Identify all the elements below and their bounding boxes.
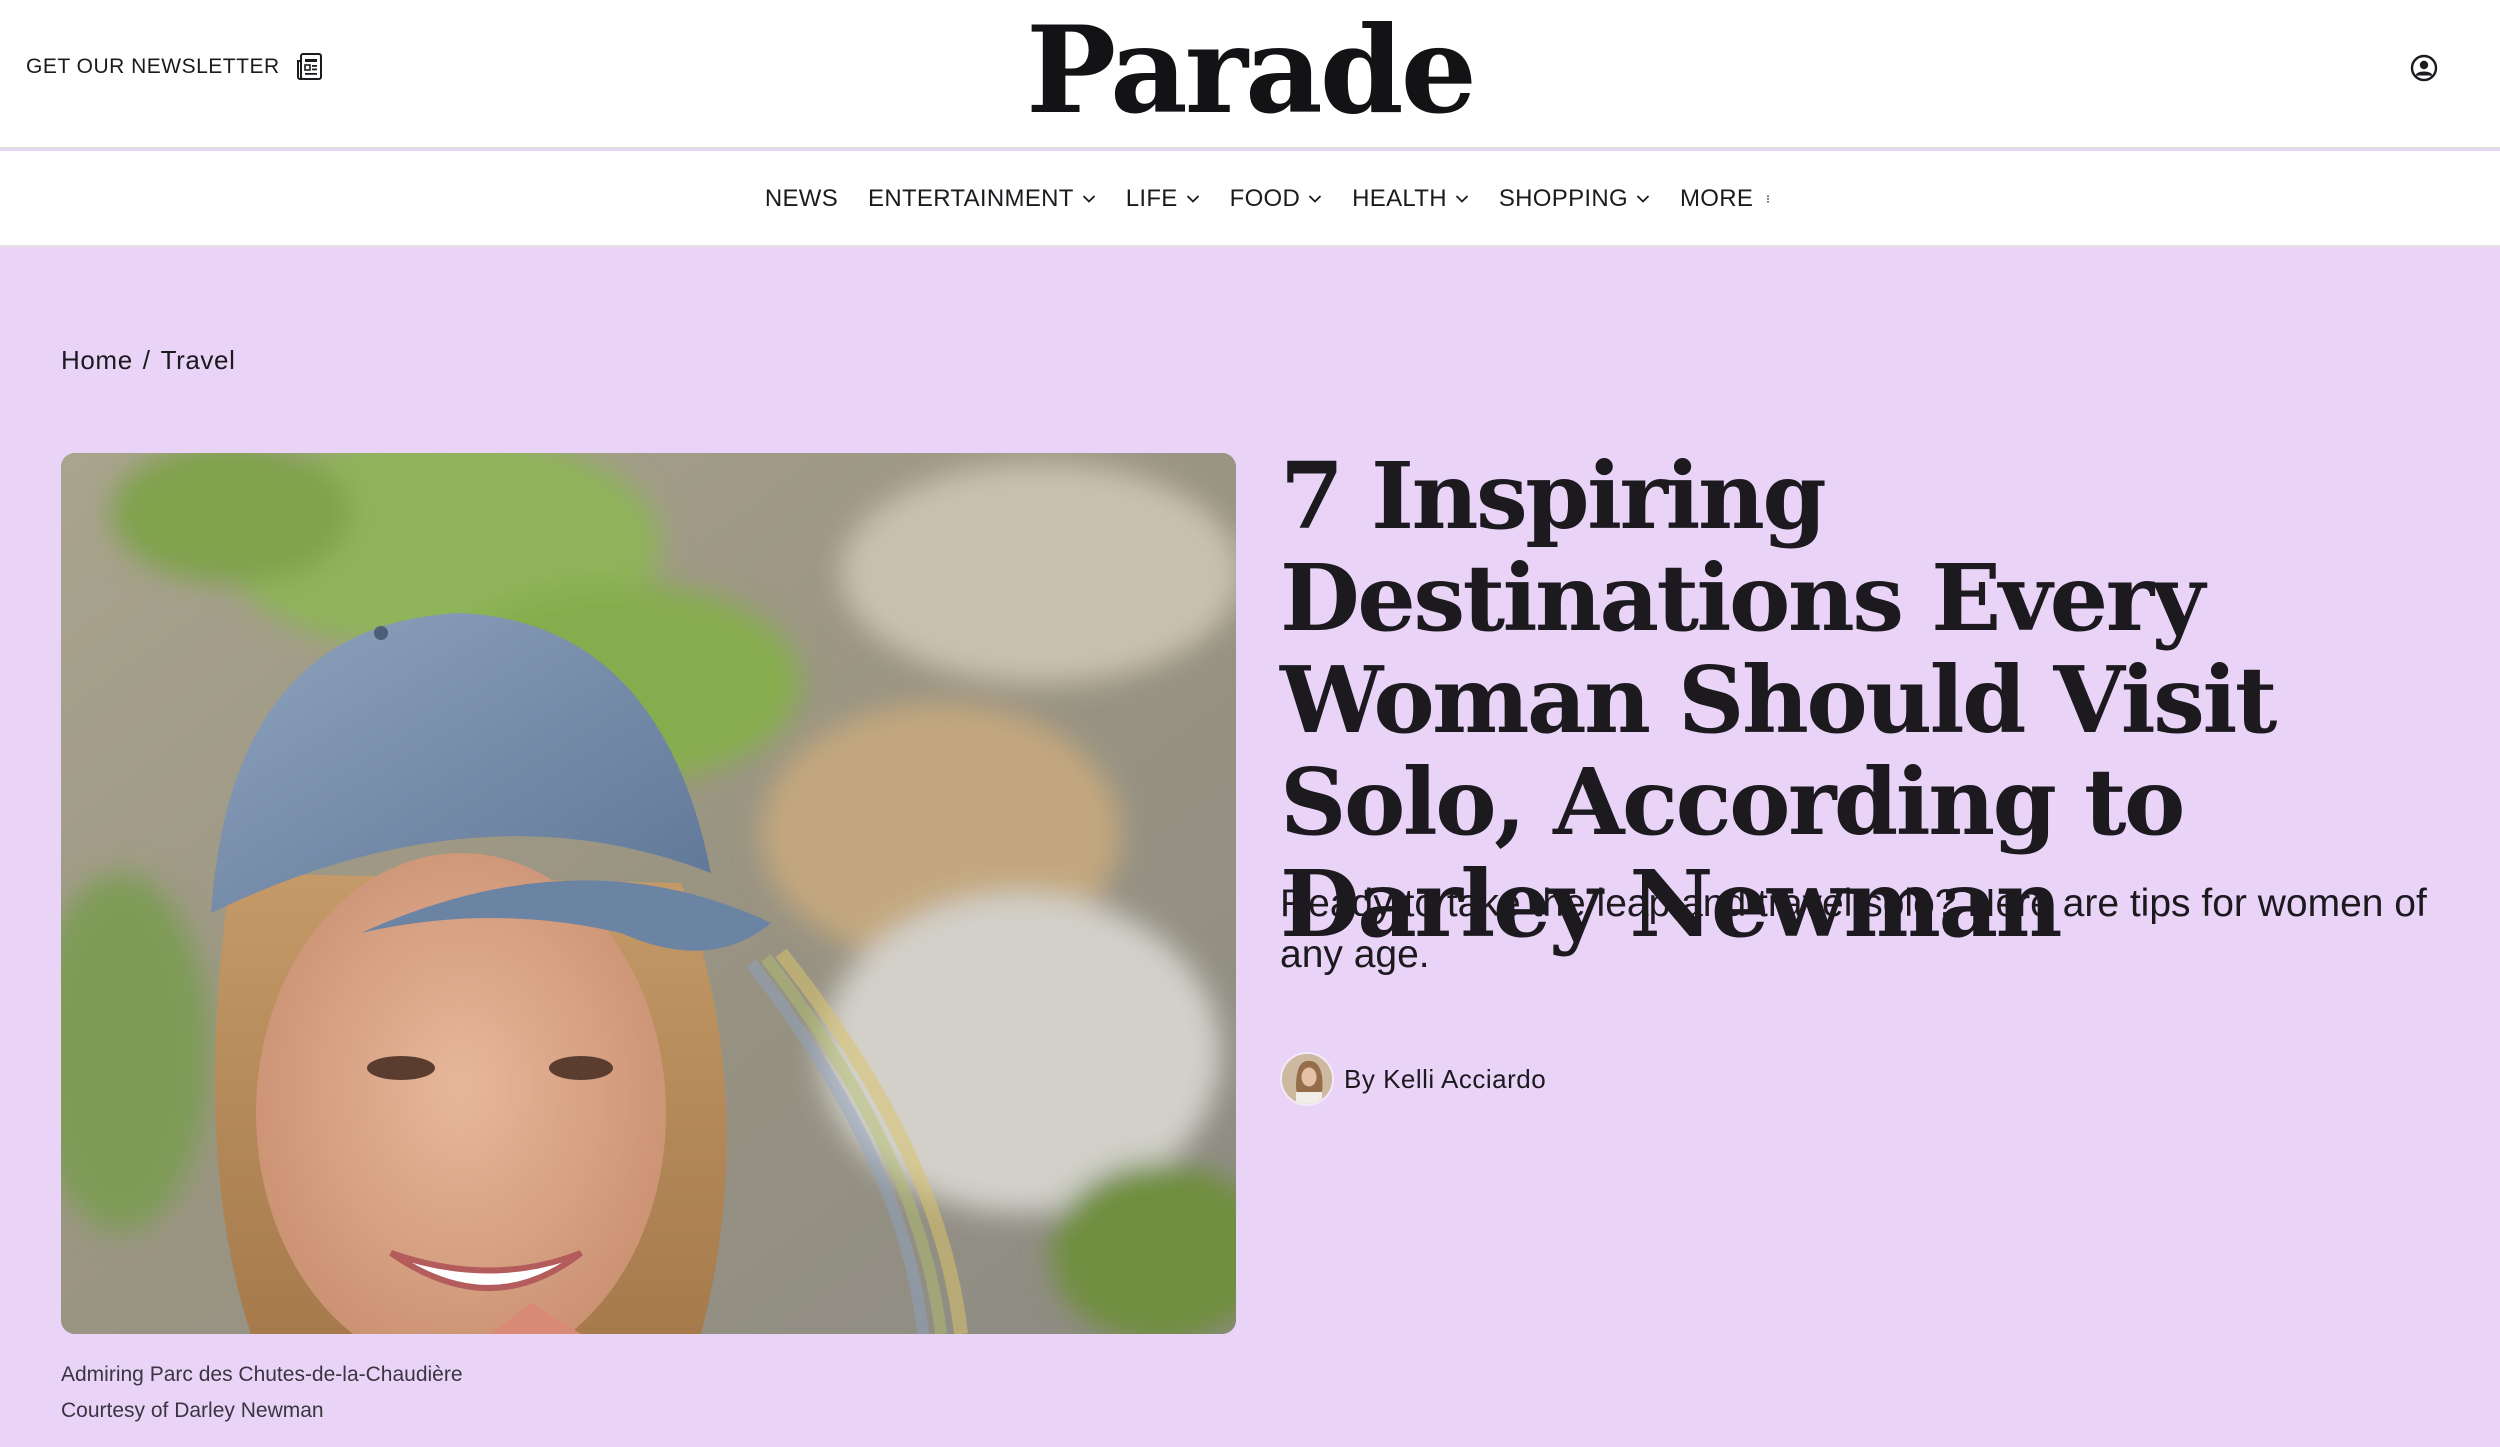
nav-item-news[interactable]: NEWS — [765, 185, 838, 213]
nav-item-label: SHOPPING — [1498, 185, 1628, 212]
chevron-down-icon — [1309, 195, 1322, 203]
main-nav: NEWS ENTERTAINMENT LIFE FOOD HEALTH SHOP… — [0, 151, 2500, 247]
chevron-down-icon — [1082, 195, 1095, 203]
vertical-dots-icon — [1767, 195, 1769, 203]
chevron-down-icon — [1455, 195, 1468, 203]
nav-item-label: ENTERTAINMENT — [868, 185, 1074, 212]
nav-item-food[interactable]: FOOD — [1230, 185, 1323, 213]
site-header: GET OUR NEWSLETTER Parade — [0, 0, 2500, 149]
article-dek: Ready to take the leap and travel solo? … — [1280, 882, 2427, 976]
nav-item-entertainment[interactable]: ENTERTAINMENT — [868, 185, 1096, 213]
nav-item-health[interactable]: HEALTH — [1352, 185, 1469, 213]
nav-item-label: MORE — [1679, 185, 1754, 212]
breadcrumb: Home / Travel — [61, 345, 235, 376]
nav-item-label: LIFE — [1125, 185, 1178, 212]
nav-item-life[interactable]: LIFE — [1126, 185, 1200, 213]
nav-item-label: NEWS — [764, 185, 839, 212]
byline-prefix: By — [1344, 1063, 1376, 1094]
site-logo[interactable]: Parade — [0, 6, 2500, 136]
author-avatar[interactable] — [1280, 1052, 1334, 1106]
author-link[interactable]: Kelli Acciardo — [1383, 1064, 1546, 1094]
hero-image — [61, 453, 1236, 1334]
chevron-down-icon — [1636, 195, 1650, 203]
chevron-down-icon — [1186, 195, 1199, 203]
breadcrumb-travel[interactable]: Travel — [161, 345, 236, 376]
byline: By Kelli Acciardo — [1280, 1052, 1546, 1106]
byline-text: By Kelli Acciardo — [1344, 1064, 1546, 1095]
caption-credit: Courtesy of Darley Newman — [61, 1399, 324, 1422]
nav-item-label: FOOD — [1229, 185, 1301, 212]
nav-item-shopping[interactable]: SHOPPING — [1499, 185, 1650, 213]
breadcrumb-home[interactable]: Home — [61, 345, 133, 376]
image-caption: Admiring Parc des Chutes-de-la-Chaudière… — [61, 1357, 463, 1429]
caption-text: Admiring Parc des Chutes-de-la-Chaudière — [61, 1363, 463, 1386]
nav-item-more[interactable]: MORE — [1680, 185, 1775, 213]
user-circle-icon[interactable] — [2410, 54, 2438, 82]
breadcrumb-separator: / — [142, 345, 151, 375]
nav-item-label: HEALTH — [1352, 185, 1447, 212]
